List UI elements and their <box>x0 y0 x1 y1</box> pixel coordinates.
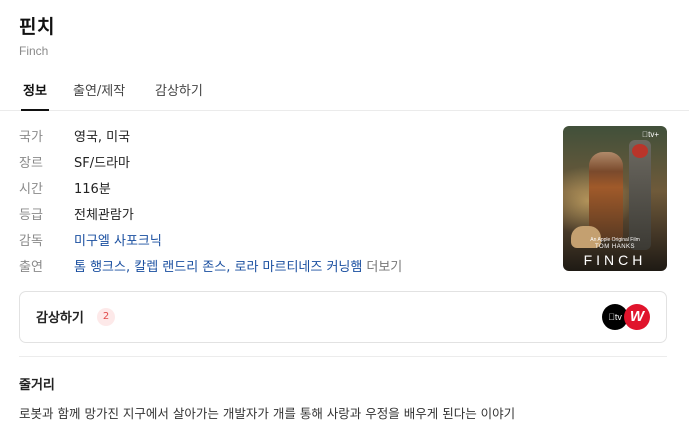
watch-count-badge: 2 <box>97 308 115 326</box>
info-value: 전체관람가 <box>74 208 134 223</box>
synopsis-heading: 줄거리 <box>19 378 55 393</box>
info-value: 영국, 미국 <box>74 130 131 145</box>
info-key: 감독 <box>19 234 43 249</box>
tab-cast-crew[interactable]: 출연/제작 <box>73 80 125 110</box>
cast-link[interactable]: 톰 행크스, 칼렙 랜드리 존스, 로라 마르티네즈 커닝햄 <box>74 260 362 275</box>
director-link[interactable]: 미구엘 사포크닉 <box>74 230 162 249</box>
watch-providers-box[interactable]: 감상하기 2 tv W <box>19 291 667 343</box>
tab-info[interactable]: 정보 <box>21 80 49 111</box>
poster-original-line: An Apple Original Film <box>590 237 640 243</box>
info-value: SF/드라마 <box>74 156 130 171</box>
info-key: 장르 <box>19 156 43 171</box>
cast-value: 톰 행크스, 칼렙 랜드리 존스, 로라 마르티네즈 커닝햄 더보기 <box>74 256 402 275</box>
apple-tv-logo: tv+ <box>642 130 659 139</box>
cast-more-link[interactable]: 더보기 <box>366 260 402 275</box>
info-key: 시간 <box>19 182 43 197</box>
watch-label: 감상하기 <box>36 311 84 326</box>
synopsis-text: 로봇과 함께 망가진 지구에서 살아가는 개발자가 개를 통해 사랑과 우정을 … <box>19 406 516 421</box>
info-key: 국가 <box>19 130 43 145</box>
info-key: 등급 <box>19 208 43 223</box>
movie-poster[interactable]: tv+ An Apple Original Film TOM HANKS FI… <box>563 126 667 271</box>
page-subtitle: Finch <box>19 44 49 58</box>
poster-robot <box>629 140 651 250</box>
poster-film-title: FINCH <box>583 252 647 268</box>
section-divider <box>19 356 667 357</box>
watcha-icon[interactable]: W <box>624 304 650 330</box>
tab-watch[interactable]: 감상하기 <box>155 80 203 110</box>
poster-star-line: TOM HANKS <box>594 244 636 250</box>
tab-bar: 정보 출연/제작 감상하기 <box>0 70 689 111</box>
page-title: 핀치 <box>19 16 55 38</box>
info-key: 출연 <box>19 260 43 275</box>
info-value: 116분 <box>74 182 111 197</box>
